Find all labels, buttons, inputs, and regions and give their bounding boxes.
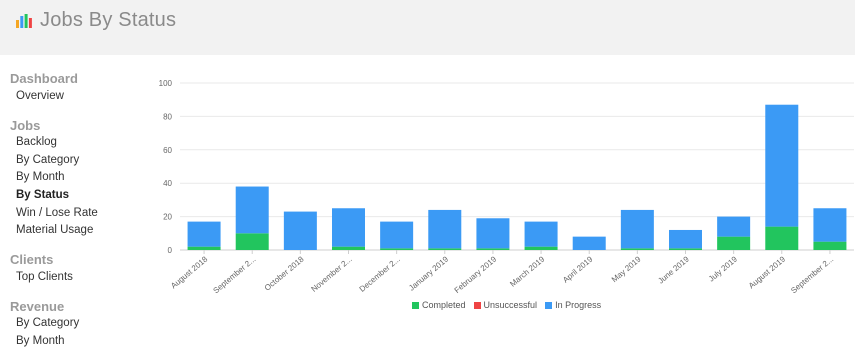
bar-segment[interactable] (717, 216, 751, 237)
bar-segment[interactable] (332, 208, 365, 247)
sidebar-section-revenue: Revenue (10, 299, 65, 314)
legend-label: Unsuccessful (483, 300, 538, 310)
x-tick-label: March 2019 (508, 254, 547, 288)
legend-label: In Progress (555, 300, 602, 310)
bar-segment[interactable] (380, 221, 414, 249)
bar-segment[interactable] (428, 248, 462, 250)
x-tick-label: July 2019 (707, 254, 739, 283)
sidebar-item-overview[interactable]: Overview (16, 90, 64, 102)
sidebar-item-by-status[interactable]: By Status (16, 189, 69, 201)
sidebar-item-backlog[interactable]: Backlog (16, 136, 57, 148)
y-tick-label: 60 (163, 146, 172, 155)
bar-segment[interactable] (428, 209, 462, 249)
bar-segment[interactable] (669, 248, 702, 250)
bar-segment[interactable] (717, 236, 751, 250)
legend-item-in-progress[interactable]: In Progress (545, 300, 601, 310)
legend-label: Completed (422, 300, 466, 310)
chart-panel: 0 20 40 60 80 100 August 2018 September 2... Oct… (137, 55, 855, 350)
bar-segment[interactable] (235, 186, 269, 234)
legend-item-completed[interactable]: Completed (412, 300, 466, 310)
bar-segment[interactable] (476, 248, 510, 250)
sidebar: Dashboard Overview Jobs Backlog By Categ… (0, 55, 137, 350)
x-tick-label: November 2... (310, 255, 354, 294)
bar-segment[interactable] (620, 209, 654, 249)
y-tick-label: 40 (163, 179, 172, 188)
bar-segment[interactable] (524, 221, 558, 247)
x-tick-label: June 2019 (656, 254, 691, 285)
bar-segment[interactable] (524, 246, 558, 250)
bar-segment[interactable] (476, 218, 510, 249)
x-tick-label: August 2019 (747, 254, 788, 290)
sidebar-item-material-usage[interactable]: Material Usage (16, 224, 93, 236)
bar-segment[interactable] (187, 246, 221, 250)
sidebar-section-jobs: Jobs (10, 118, 41, 133)
y-tick-label: 80 (163, 112, 172, 121)
sidebar-item-jobs-by-month[interactable]: By Month (16, 171, 65, 183)
chart-legend: Completed Unsuccessful In Progress (412, 300, 601, 310)
jobs-by-status-chart: 020406080100August 2018 September 2... Oct… (159, 79, 854, 295)
bar-segment[interactable] (765, 226, 799, 250)
legend-item-unsuccessful[interactable]: Unsuccessful (473, 300, 538, 310)
bar-segment[interactable] (235, 233, 269, 250)
legend-swatch (545, 301, 553, 309)
bar-segment[interactable] (187, 221, 221, 247)
bar-segment[interactable] (380, 248, 414, 250)
bar-segment[interactable] (669, 229, 702, 249)
bar-segment[interactable] (620, 248, 654, 250)
bar-segment[interactable] (283, 211, 317, 250)
x-tick-label: January 2019 (407, 254, 450, 292)
sidebar-section-dashboard: Dashboard (10, 71, 78, 86)
x-tick-label: December 2... (358, 255, 402, 294)
sidebar-item-top-clients[interactable]: Top Clients (16, 271, 73, 283)
y-tick-label: 100 (159, 79, 173, 88)
sidebar-item-jobs-by-category[interactable]: By Category (16, 154, 79, 166)
x-tick-label: April 2019 (561, 254, 595, 284)
bar-segment[interactable] (765, 104, 799, 227)
bar-segment[interactable] (572, 236, 606, 250)
sidebar-item-revenue-by-month[interactable]: By Month (16, 335, 65, 347)
sidebar-item-revenue-by-category[interactable]: By Category (16, 317, 79, 329)
bar-chart-icon (16, 14, 32, 28)
x-tick-label: October 2018 (263, 254, 306, 292)
x-tick-label: September 2... (212, 255, 258, 295)
x-tick-label: May 2019 (610, 254, 643, 284)
bar-segment[interactable] (332, 246, 365, 250)
bar-segment[interactable] (813, 241, 847, 250)
sidebar-section-clients: Clients (10, 252, 54, 267)
x-tick-label: February 2019 (453, 254, 499, 295)
x-tick-label: August 2018 (169, 254, 210, 290)
page-header: Jobs By Status (0, 0, 855, 55)
x-tick-label: September 2... (789, 255, 835, 295)
y-tick-label: 0 (168, 246, 173, 255)
page-title: Jobs By Status (40, 9, 177, 31)
sidebar-item-win-lose-rate[interactable]: Win / Lose Rate (16, 207, 98, 219)
bar-segment[interactable] (813, 208, 847, 242)
y-tick-label: 20 (163, 213, 172, 222)
legend-swatch (473, 301, 481, 309)
legend-swatch (412, 301, 419, 309)
